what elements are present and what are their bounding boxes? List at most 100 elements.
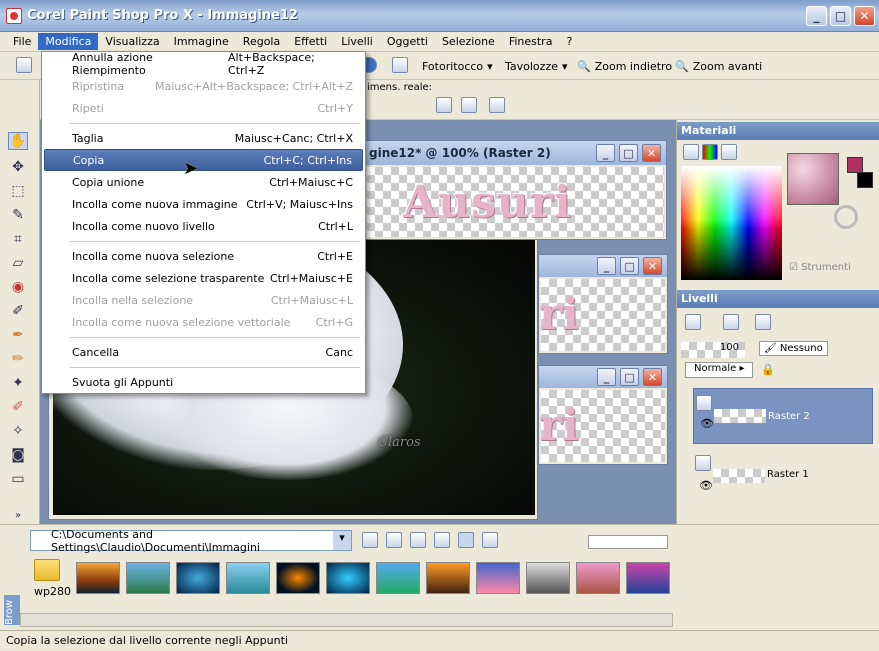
app-icon[interactable] [6,8,22,24]
full-view-icon[interactable] [489,97,505,113]
info-icon[interactable] [410,532,426,548]
menu-item-taglia[interactable]: Taglia Maiusc+Canc; Ctrl+X [44,127,363,149]
perspective-tool-icon[interactable]: ▱ [8,254,28,272]
close-window-button[interactable]: ✕ [643,368,662,386]
thumbnail-waterfall[interactable] [376,562,420,594]
thumbnail-underwater[interactable] [326,562,370,594]
menu-effetti[interactable]: Effetti [287,33,334,50]
blend-mode-select[interactable]: Normale ▸ [685,362,753,378]
foreground-material-swatch[interactable] [787,153,839,205]
fit-image-icon[interactable] [461,97,477,113]
thumbnail-fantasy[interactable] [426,562,470,594]
layer-properties-icon[interactable] [755,314,771,330]
close-button[interactable]: ✕ [854,6,875,26]
eraser-icon[interactable] [392,57,408,73]
no-transparency-icon[interactable] [834,205,858,229]
menu-item-incolla-nuova-selezione[interactable]: Incolla come nuova selezione Ctrl+E [44,245,363,267]
red-eye-tool-icon[interactable]: ◉ [8,278,28,296]
maximize-window-button[interactable]: □ [620,257,639,275]
menu-item-svuota-appunti[interactable]: Svuota gli Appunti [44,371,363,393]
zoom-in-button[interactable]: 🔍 Zoom avanti [675,56,762,76]
smudge-tool-icon[interactable]: ✐ [8,398,28,416]
eye-icon[interactable]: 👁 [699,479,713,492]
eye-icon[interactable]: 👁 [700,417,714,430]
strumenti-checkbox[interactable]: ☑ Strumenti [789,262,851,273]
thumbnail-space[interactable] [276,562,320,594]
new-file-icon[interactable] [16,57,32,73]
layer-raster-2[interactable]: 👁 Raster 2 [693,388,873,444]
minimize-window-button[interactable]: _ [597,257,616,275]
layer-raster-1[interactable]: 👁 Raster 1 [693,449,873,505]
mask-button[interactable]: 🖌 Nessuno [759,341,828,356]
clone-brush-icon[interactable]: ✒ [8,326,28,344]
maximize-button[interactable]: □ [830,6,851,26]
zoom-out-button[interactable]: 🔍 Zoom indietro [577,56,672,76]
menu-livelli[interactable]: Livelli [334,33,380,50]
crop-tool-icon[interactable]: ⌗ [8,230,28,248]
fotoritocco-menu[interactable]: Fotoritocco ▾ [422,56,493,76]
lock-icon[interactable]: 🔒 [761,363,775,376]
selection-tool-icon[interactable]: ⬚ [8,182,28,200]
menu-finestra[interactable]: Finestra [502,33,560,50]
menu-immagine[interactable]: Immagine [167,33,236,50]
minimize-window-button[interactable]: _ [597,368,616,386]
chevron-down-icon[interactable]: ▾ [333,531,351,550]
menu-regola[interactable]: Regola [236,33,287,50]
opacity-slider[interactable]: 100 [681,342,745,358]
thumbnail-beach[interactable] [126,562,170,594]
minimize-button[interactable]: _ [806,6,827,26]
flood-fill-icon[interactable]: ◙ [8,446,28,464]
menu-item-incolla-nuovo-livello[interactable]: Incolla come nuovo livello Ctrl+L [44,215,363,237]
maximize-window-button[interactable]: □ [620,368,639,386]
menu-modifica[interactable]: Modifica [38,33,99,50]
thumbnail-sky[interactable] [476,562,520,594]
maximize-window-button[interactable]: □ [619,144,638,162]
menu-item-incolla-nuova-immagine[interactable]: Incolla come nuova immagine Ctrl+V; Maius… [44,193,363,215]
menu-oggetti[interactable]: Oggetti [380,33,435,50]
color-tab-icon[interactable] [683,144,699,160]
move-tool-icon[interactable]: ✥ [8,158,28,176]
transparent-canvas[interactable]: Ausuri [367,167,664,237]
delete-layer-icon[interactable] [723,314,739,330]
thumbnail-car[interactable] [526,562,570,594]
sort-icon[interactable] [482,532,498,548]
menu-item-ripristina[interactable]: Ripristina Maiusc+Alt+Backspace; Ctrl+Alt… [44,75,363,97]
thumbnail-view-icon[interactable] [458,532,474,548]
menu-selezione[interactable]: Selezione [435,33,502,50]
menu-item-copia-unione[interactable]: Copia unione Ctrl+Maiusc+C [44,171,363,193]
thumbnail-coral[interactable] [626,562,670,594]
menu-help[interactable]: ? [559,33,579,50]
folder-icon[interactable] [34,559,60,581]
menu-item-annulla[interactable]: Annulla azione Riempimento Alt+Backspace;… [44,51,363,77]
menu-item-copia[interactable]: Copia Ctrl+C; Ctrl+Ins [44,149,363,171]
transparent-canvas[interactable]: ri [539,279,665,351]
thumbnail-portrait[interactable] [576,562,620,594]
thumbnail-ocean[interactable] [176,562,220,594]
close-window-button[interactable]: ✕ [642,144,661,162]
horizontal-scrollbar[interactable] [20,613,673,627]
eyedropper-icon[interactable]: ✎ [8,206,28,224]
tavolozze-menu[interactable]: Tavolozze ▾ [505,56,568,76]
thumbnail-sunset[interactable] [76,562,120,594]
menu-file[interactable]: File [6,33,38,50]
spectrum-tab-icon[interactable] [702,144,718,160]
more-tools-icon[interactable]: » [8,506,28,524]
scratch-remover-icon[interactable]: ✧ [8,422,28,440]
menu-visualizza[interactable]: Visualizza [98,33,166,50]
thumbnail-island[interactable] [226,562,270,594]
menu-item-ripeti[interactable]: Ripeti Ctrl+Y [44,97,363,119]
lighten-darken-icon[interactable]: ✦ [8,374,28,392]
menu-item-incolla-nella-selezione[interactable]: Incolla nella selezione Ctrl+Maiusc+L [44,289,363,311]
fit-window-icon[interactable] [436,97,452,113]
swatches-tab-icon[interactable] [721,144,737,160]
color-spectrum[interactable] [681,166,782,280]
transparent-canvas[interactable]: ri [539,390,665,462]
open-folder-icon[interactable] [434,532,450,548]
new-layer-icon[interactable] [685,314,701,330]
copy-folder-icon[interactable] [386,532,402,548]
menu-item-cancella[interactable]: Cancella Canc [44,341,363,363]
close-window-button[interactable]: ✕ [643,257,662,275]
menu-item-incolla-selezione-vettoriale[interactable]: Incolla come nuova selezione vettoriale C… [44,311,363,333]
paint-brush-icon[interactable]: ✏ [8,350,28,368]
menu-item-incolla-selezione-trasparente[interactable]: Incolla come selezione trasparente Ctrl+M… [44,267,363,289]
